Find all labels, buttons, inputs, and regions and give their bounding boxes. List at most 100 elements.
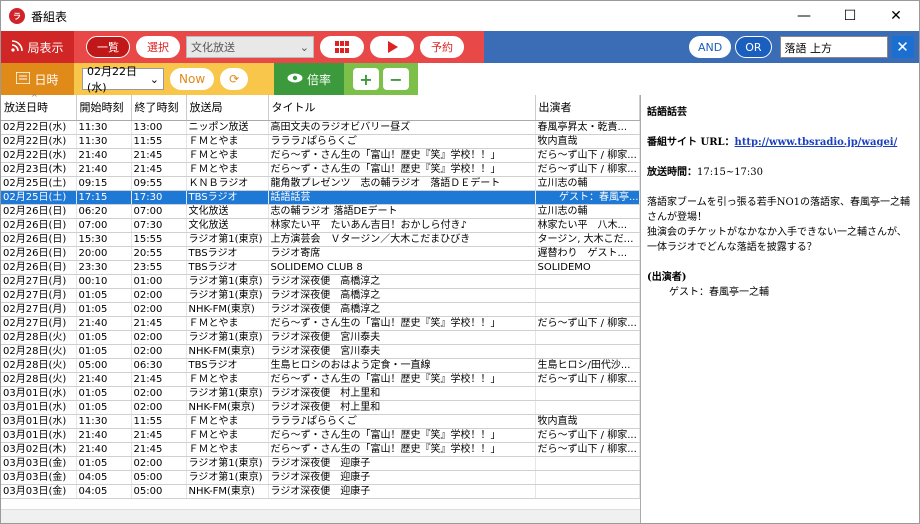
- program-title: 話語話芸: [647, 107, 687, 118]
- clear-search-icon[interactable]: ✕: [891, 36, 914, 58]
- table-row[interactable]: 02月26日(日) 15:30 15:55 ラジオ第1(東京) 上方演芸会 Ｖタージン／…: [1, 232, 640, 247]
- maximize-button[interactable]: ☐: [827, 1, 873, 31]
- table-row[interactable]: 02月26日(日) 07:00 07:30 文化放送 林家たい平 たいあん吉日！おかしら…: [1, 218, 640, 233]
- table-cell: 03月03日(金): [1, 456, 77, 471]
- table-row[interactable]: 02月26日(日) 20:00 20:55 TBSラジオ ラジオ寄席 遅替わり ゲスト..…: [1, 246, 640, 261]
- station-view-button[interactable]: 局表示: [1, 31, 74, 63]
- table-row[interactable]: 02月28日(火) 01:05 02:00 ラジオ第1(東京) ラジオ深夜便 宮川泰夫: [1, 330, 640, 345]
- table-cell: ＦＭとやま: [186, 162, 269, 177]
- table-row[interactable]: 03月01日(水) 11:30 11:55 ＦＭとやま ラララ♪ぱららくご 牧内直哉: [1, 414, 640, 429]
- table-row[interactable]: 02月25日(土) 17:15 17:30 TBSラジオ 話語話芸 ゲスト：春風亭...: [1, 190, 640, 205]
- table-row[interactable]: 02月27日(月) 01:05 02:00 ラジオ第1(東京) ラジオ深夜便 高橋淳之: [1, 288, 640, 303]
- table-cell: 02月28日(火): [1, 344, 77, 359]
- table-cell: 06:20: [76, 204, 132, 219]
- table-cell: 21:45: [131, 316, 187, 331]
- table-cell: 文化放送: [186, 218, 269, 233]
- table-row[interactable]: 03月01日(水) 01:05 02:00 ラジオ第1(東京) ラジオ深夜便 村上里和: [1, 386, 640, 401]
- genre-select[interactable]: 文化放送 ⌄: [186, 36, 314, 58]
- table-row[interactable]: 03月03日(金) 01:05 02:00 ラジオ第1(東京) ラジオ深夜便 迎康子: [1, 456, 640, 471]
- table-cell: 02月27日(月): [1, 316, 77, 331]
- table-row[interactable]: 02月22日(水) 11:30 13:00 ニッポン放送 高田文夫のラジオビバリー昼ズ春…: [1, 120, 640, 135]
- table-cell: 遅替わり ゲスト...: [535, 246, 640, 261]
- table-row[interactable]: 02月27日(月) 21:40 21:45 ＦＭとやま だら～ず・さん生の「富山！歴史『…: [1, 316, 640, 331]
- table-cell: 17:15: [76, 190, 132, 205]
- table-cell: ＫＮＢラジオ: [186, 176, 269, 191]
- program-site-row: 番組サイト URL：http://www.tbsradio.jp/wagei/: [647, 137, 898, 148]
- table-cell: 01:05: [76, 386, 132, 401]
- table-cell: 02月27日(月): [1, 274, 77, 289]
- table-cell: 03月01日(水): [1, 386, 77, 401]
- table-row[interactable]: 02月22日(水) 21:40 21:45 ＦＭとやま だら～ず・さん生の「富山！歴史『…: [1, 148, 640, 163]
- table-cell: だら～ず山下 / 柳家...: [535, 372, 640, 387]
- list-view-button[interactable]: 一覧: [86, 36, 130, 58]
- table-cell: だら～ず・さん生の「富山！歴史『笑』学校！！」: [268, 428, 536, 443]
- table-cell: ラジオ第1(東京): [186, 288, 269, 303]
- search-input[interactable]: 落語 上方: [779, 36, 888, 58]
- column-header-cast[interactable]: 出演者: [535, 95, 640, 121]
- table-row[interactable]: 02月26日(日) 06:20 07:00 文化放送 志の輔ラジオ 落語DEデート 立川志…: [1, 204, 640, 219]
- table-cell: 02月26日(日): [1, 204, 77, 219]
- table-cell: 03月01日(水): [1, 400, 77, 415]
- table-cell: 02月22日(水): [1, 134, 77, 149]
- chevron-down-icon: ⌄: [299, 40, 309, 54]
- table-row[interactable]: 02月23日(木) 21:40 21:45 ＦＭとやま だら～ず・さん生の「富山！歴史『…: [1, 162, 640, 177]
- program-site-link[interactable]: http://www.tbsradio.jp/wagei/: [735, 137, 898, 148]
- play-button[interactable]: [370, 36, 414, 58]
- reserve-button[interactable]: 予約: [420, 36, 464, 58]
- table-cell: 07:30: [131, 218, 187, 233]
- close-button[interactable]: ✕: [873, 1, 919, 31]
- date-select[interactable]: 02月22日(水) ⌄: [82, 65, 164, 94]
- column-header-title[interactable]: タイトル: [268, 95, 536, 121]
- table-cell: 02月23日(木): [1, 162, 77, 177]
- now-button[interactable]: Now: [170, 68, 215, 90]
- table-cell: ラジオ第1(東京): [186, 456, 269, 471]
- refresh-icon[interactable]: ⟳: [220, 68, 249, 90]
- table-row[interactable]: 02月26日(日) 23:30 23:55 TBSラジオ SOLIDEMO CLUB 8…: [1, 260, 640, 275]
- table-row[interactable]: 02月27日(月) 01:05 02:00 NHK-FM(東京) ラジオ深夜便 高橋淳之: [1, 302, 640, 317]
- column-header-broadcast-date[interactable]: ^ 放送日時: [1, 93, 77, 121]
- table-row[interactable]: 02月28日(火) 21:40 21:45 ＦＭとやま だら～ず・さん生の「富山！歴史『…: [1, 372, 640, 387]
- column-header-start-time[interactable]: 開始時刻: [76, 95, 132, 121]
- table-row[interactable]: 03月01日(水) 01:05 02:00 NHK-FM(東京) ラジオ深夜便 村上里和: [1, 400, 640, 415]
- table-row[interactable]: 02月27日(月) 00:10 01:00 ラジオ第1(東京) ラジオ深夜便 高橋淳之: [1, 274, 640, 289]
- table-cell: ラジオ深夜便 村上里和: [268, 386, 536, 401]
- table-cell: 文化放送: [186, 204, 269, 219]
- table-cell: 17:30: [131, 190, 187, 205]
- table-row[interactable]: 03月03日(金) 04:05 05:00 ラジオ第1(東京) ラジオ深夜便 迎康子: [1, 470, 640, 485]
- zoom-in-button[interactable]: +: [353, 68, 379, 90]
- table-row[interactable]: 03月01日(水) 21:40 21:45 ＦＭとやま だら～ず・さん生の「富山！歴史『…: [1, 428, 640, 443]
- table-cell: 13:00: [131, 120, 187, 135]
- table-cell: ＦＭとやま: [186, 316, 269, 331]
- table-cell: ラジオ第1(東京): [186, 274, 269, 289]
- table-cell: ニッポン放送: [186, 120, 269, 135]
- select-button[interactable]: 選択: [136, 36, 180, 58]
- column-header-end-time[interactable]: 終了時刻: [131, 95, 187, 121]
- play-icon: [388, 41, 398, 53]
- datetime-view-button[interactable]: 日時: [1, 63, 74, 95]
- table-row[interactable]: 03月02日(木) 21:40 21:45 ＦＭとやま だら～ず・さん生の「富山！歴史『…: [1, 442, 640, 457]
- table-row[interactable]: 03月03日(金) 04:05 05:00 NHK-FM(東京) ラジオ深夜便 迎康子: [1, 484, 640, 499]
- table-row[interactable]: 02月25日(土) 09:15 09:55 ＫＮＢラジオ 龍角散プレゼンツ 志の輔ラジオ…: [1, 176, 640, 191]
- table-cell: NHK-FM(東京): [186, 400, 269, 415]
- table-cell: ラジオ深夜便 高橋淳之: [268, 302, 536, 317]
- minimize-button[interactable]: —: [781, 1, 827, 31]
- sort-ascending-icon: ^: [31, 93, 38, 102]
- table-cell: [535, 386, 640, 401]
- or-toggle[interactable]: OR: [735, 36, 772, 58]
- table-row[interactable]: 02月28日(火) 01:05 02:00 NHK-FM(東京) ラジオ深夜便 宮川泰夫: [1, 344, 640, 359]
- table-cell: 11:55: [131, 134, 187, 149]
- table-row[interactable]: 02月22日(水) 11:30 11:55 ＦＭとやま ラララ♪ぱららくご 牧内直哉: [1, 134, 640, 149]
- table-cell: 春風亭昇太・乾貴...: [535, 120, 640, 135]
- table-cell: 02:00: [131, 330, 187, 345]
- zoom-rate-button[interactable]: 倍率: [274, 63, 344, 95]
- table-cell: ＦＭとやま: [186, 428, 269, 443]
- horizontal-scrollbar[interactable]: [1, 509, 640, 523]
- table-cell: だら～ず・さん生の「富山！歴史『笑』学校！！」: [268, 442, 536, 457]
- grid-view-button[interactable]: [320, 36, 364, 58]
- zoom-out-button[interactable]: −: [383, 68, 409, 90]
- column-header-station[interactable]: 放送局: [186, 95, 269, 121]
- table-cell: 21:40: [76, 372, 132, 387]
- table-cell: 07:00: [131, 204, 187, 219]
- table-row[interactable]: 02月28日(火) 05:00 06:30 TBSラジオ 生島ヒロシのおはよう定食・一直…: [1, 358, 640, 373]
- and-toggle[interactable]: AND: [689, 36, 732, 58]
